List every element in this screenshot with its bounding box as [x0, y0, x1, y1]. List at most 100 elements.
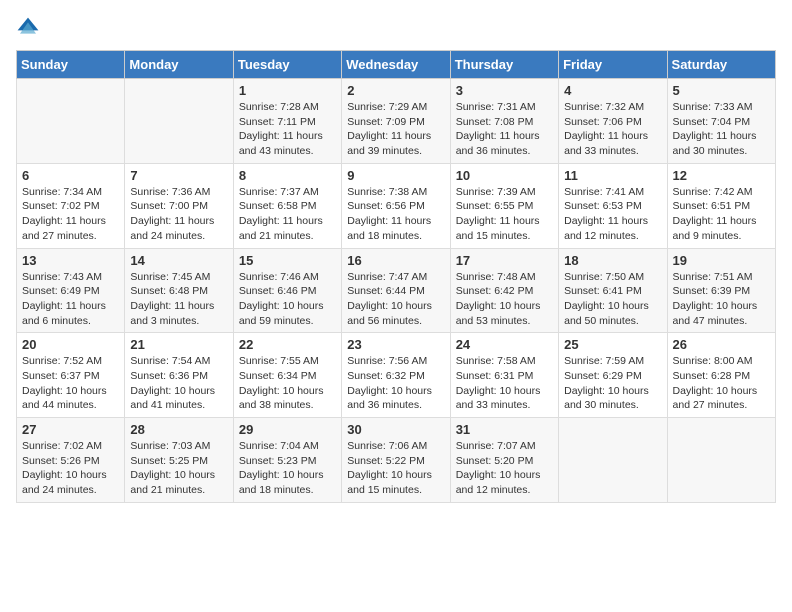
calendar-cell: 24 Sunrise: 7:58 AM Sunset: 6:31 PM Dayli… — [450, 333, 558, 418]
calendar-cell: 25 Sunrise: 7:59 AM Sunset: 6:29 PM Dayli… — [559, 333, 667, 418]
day-info: Sunrise: 7:46 AM Sunset: 6:46 PM Dayligh… — [239, 270, 336, 329]
day-info: Sunrise: 7:31 AM Sunset: 7:08 PM Dayligh… — [456, 100, 553, 159]
calendar-cell: 19Sunrise: 7:51 AM Sunset: 6:39 PM Dayli… — [667, 248, 775, 333]
day-number: 24 — [456, 337, 553, 352]
week-row-3: 13Sunrise: 7:43 AM Sunset: 6:49 PM Dayli… — [17, 248, 776, 333]
calendar-cell: 15Sunrise: 7:46 AM Sunset: 6:46 PM Dayli… — [233, 248, 341, 333]
day-info: Sunrise: 7:51 AM Sunset: 6:39 PM Dayligh… — [673, 270, 770, 329]
day-number: 21 — [130, 337, 227, 352]
calendar-cell: 20 Sunrise: 7:52 AM Sunset: 6:37 PM Dayli… — [17, 333, 125, 418]
calendar-cell: 9 Sunrise: 7:38 AM Sunset: 6:56 PM Daylig… — [342, 163, 450, 248]
calendar-cell: 12 Sunrise: 7:42 AM Sunset: 6:51 PM Dayli… — [667, 163, 775, 248]
calendar-table: SundayMondayTuesdayWednesdayThursdayFrid… — [16, 50, 776, 503]
day-info: Sunrise: 7:39 AM Sunset: 6:55 PM Dayligh… — [456, 185, 553, 244]
day-info: Sunrise: 7:34 AM Sunset: 7:02 PM Dayligh… — [22, 185, 119, 244]
day-number: 16 — [347, 253, 444, 268]
calendar-cell: 23 Sunrise: 7:56 AM Sunset: 6:32 PM Dayli… — [342, 333, 450, 418]
calendar-cell: 22 Sunrise: 7:55 AM Sunset: 6:34 PM Dayli… — [233, 333, 341, 418]
calendar-header-row: SundayMondayTuesdayWednesdayThursdayFrid… — [17, 51, 776, 79]
day-info: Sunrise: 7:33 AM Sunset: 7:04 PM Dayligh… — [673, 100, 770, 159]
week-row-2: 6 Sunrise: 7:34 AM Sunset: 7:02 PM Daylig… — [17, 163, 776, 248]
day-info: Sunrise: 7:04 AM Sunset: 5:23 PM Dayligh… — [239, 439, 336, 498]
calendar-cell: 18 Sunrise: 7:50 AM Sunset: 6:41 PM Dayli… — [559, 248, 667, 333]
calendar-cell: 29 Sunrise: 7:04 AM Sunset: 5:23 PM Dayli… — [233, 418, 341, 503]
calendar-cell: 21 Sunrise: 7:54 AM Sunset: 6:36 PM Dayli… — [125, 333, 233, 418]
day-number: 22 — [239, 337, 336, 352]
day-info: Sunrise: 7:41 AM Sunset: 6:53 PM Dayligh… — [564, 185, 661, 244]
day-number: 25 — [564, 337, 661, 352]
day-number: 9 — [347, 168, 444, 183]
calendar-cell — [559, 418, 667, 503]
day-number: 5 — [673, 83, 770, 98]
calendar-cell: 3 Sunrise: 7:31 AM Sunset: 7:08 PM Daylig… — [450, 79, 558, 164]
col-header-friday: Friday — [559, 51, 667, 79]
day-info: Sunrise: 7:54 AM Sunset: 6:36 PM Dayligh… — [130, 354, 227, 413]
col-header-monday: Monday — [125, 51, 233, 79]
day-number: 4 — [564, 83, 661, 98]
day-info: Sunrise: 7:32 AM Sunset: 7:06 PM Dayligh… — [564, 100, 661, 159]
day-number: 30 — [347, 422, 444, 437]
calendar-cell — [125, 79, 233, 164]
calendar-cell — [17, 79, 125, 164]
day-info: Sunrise: 7:56 AM Sunset: 6:32 PM Dayligh… — [347, 354, 444, 413]
calendar-cell: 2 Sunrise: 7:29 AM Sunset: 7:09 PM Daylig… — [342, 79, 450, 164]
day-info: Sunrise: 7:02 AM Sunset: 5:26 PM Dayligh… — [22, 439, 119, 498]
day-number: 11 — [564, 168, 661, 183]
day-number: 8 — [239, 168, 336, 183]
calendar-cell: 11 Sunrise: 7:41 AM Sunset: 6:53 PM Dayli… — [559, 163, 667, 248]
week-row-4: 20 Sunrise: 7:52 AM Sunset: 6:37 PM Dayli… — [17, 333, 776, 418]
day-info: Sunrise: 7:58 AM Sunset: 6:31 PM Dayligh… — [456, 354, 553, 413]
logo-icon — [16, 16, 40, 40]
page-header — [16, 16, 776, 40]
day-info: Sunrise: 7:47 AM Sunset: 6:44 PM Dayligh… — [347, 270, 444, 329]
calendar-cell: 31Sunrise: 7:07 AM Sunset: 5:20 PM Dayli… — [450, 418, 558, 503]
day-info: Sunrise: 7:59 AM Sunset: 6:29 PM Dayligh… — [564, 354, 661, 413]
calendar-cell: 27 Sunrise: 7:02 AM Sunset: 5:26 PM Dayli… — [17, 418, 125, 503]
day-info: Sunrise: 7:28 AM Sunset: 7:11 PM Dayligh… — [239, 100, 336, 159]
day-info: Sunrise: 7:43 AM Sunset: 6:49 PM Dayligh… — [22, 270, 119, 329]
calendar-cell: 10 Sunrise: 7:39 AM Sunset: 6:55 PM Dayli… — [450, 163, 558, 248]
day-number: 2 — [347, 83, 444, 98]
day-number: 12 — [673, 168, 770, 183]
day-info: Sunrise: 7:37 AM Sunset: 6:58 PM Dayligh… — [239, 185, 336, 244]
day-number: 26 — [673, 337, 770, 352]
calendar-cell: 28 Sunrise: 7:03 AM Sunset: 5:25 PM Dayli… — [125, 418, 233, 503]
day-info: Sunrise: 7:38 AM Sunset: 6:56 PM Dayligh… — [347, 185, 444, 244]
calendar-cell: 16 Sunrise: 7:47 AM Sunset: 6:44 PM Dayli… — [342, 248, 450, 333]
col-header-sunday: Sunday — [17, 51, 125, 79]
day-number: 29 — [239, 422, 336, 437]
calendar-cell: 17 Sunrise: 7:48 AM Sunset: 6:42 PM Dayli… — [450, 248, 558, 333]
day-number: 27 — [22, 422, 119, 437]
week-row-5: 27 Sunrise: 7:02 AM Sunset: 5:26 PM Dayli… — [17, 418, 776, 503]
day-number: 23 — [347, 337, 444, 352]
col-header-thursday: Thursday — [450, 51, 558, 79]
day-info: Sunrise: 7:55 AM Sunset: 6:34 PM Dayligh… — [239, 354, 336, 413]
calendar-cell: 1 Sunrise: 7:28 AM Sunset: 7:11 PM Daylig… — [233, 79, 341, 164]
day-number: 18 — [564, 253, 661, 268]
day-info: Sunrise: 7:29 AM Sunset: 7:09 PM Dayligh… — [347, 100, 444, 159]
day-info: Sunrise: 7:06 AM Sunset: 5:22 PM Dayligh… — [347, 439, 444, 498]
calendar-cell: 7Sunrise: 7:36 AM Sunset: 7:00 PM Daylig… — [125, 163, 233, 248]
day-number: 10 — [456, 168, 553, 183]
day-info: Sunrise: 7:42 AM Sunset: 6:51 PM Dayligh… — [673, 185, 770, 244]
day-info: Sunrise: 7:48 AM Sunset: 6:42 PM Dayligh… — [456, 270, 553, 329]
day-number: 14 — [130, 253, 227, 268]
day-info: Sunrise: 7:45 AM Sunset: 6:48 PM Dayligh… — [130, 270, 227, 329]
day-info: Sunrise: 7:03 AM Sunset: 5:25 PM Dayligh… — [130, 439, 227, 498]
day-number: 31 — [456, 422, 553, 437]
day-number: 1 — [239, 83, 336, 98]
day-info: Sunrise: 7:52 AM Sunset: 6:37 PM Dayligh… — [22, 354, 119, 413]
calendar-cell: 13Sunrise: 7:43 AM Sunset: 6:49 PM Dayli… — [17, 248, 125, 333]
calendar-cell: 4 Sunrise: 7:32 AM Sunset: 7:06 PM Daylig… — [559, 79, 667, 164]
day-info: Sunrise: 7:50 AM Sunset: 6:41 PM Dayligh… — [564, 270, 661, 329]
day-number: 3 — [456, 83, 553, 98]
calendar-cell: 6 Sunrise: 7:34 AM Sunset: 7:02 PM Daylig… — [17, 163, 125, 248]
day-info: Sunrise: 7:36 AM Sunset: 7:00 PM Dayligh… — [130, 185, 227, 244]
calendar-cell: 30 Sunrise: 7:06 AM Sunset: 5:22 PM Dayli… — [342, 418, 450, 503]
day-number: 20 — [22, 337, 119, 352]
week-row-1: 1 Sunrise: 7:28 AM Sunset: 7:11 PM Daylig… — [17, 79, 776, 164]
calendar-cell: 5 Sunrise: 7:33 AM Sunset: 7:04 PM Daylig… — [667, 79, 775, 164]
day-number: 17 — [456, 253, 553, 268]
day-number: 6 — [22, 168, 119, 183]
day-number: 28 — [130, 422, 227, 437]
